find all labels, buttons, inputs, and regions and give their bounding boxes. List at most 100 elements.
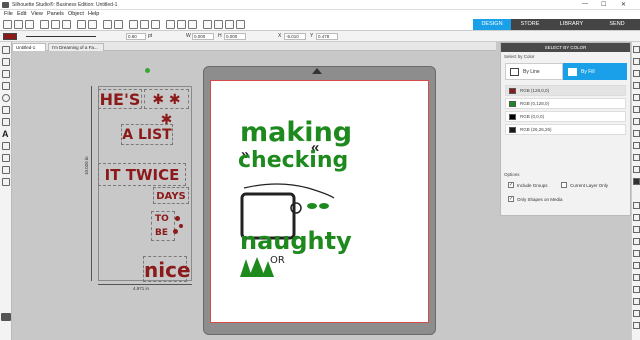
nest-icon[interactable] — [633, 250, 640, 257]
copy-icon[interactable] — [51, 20, 60, 29]
scrollbar-thumb[interactable] — [633, 178, 640, 185]
polygon-tool-icon[interactable] — [2, 106, 10, 114]
zoom-out-icon[interactable] — [140, 20, 149, 29]
text-tool-icon[interactable]: A — [2, 129, 9, 139]
undo-icon[interactable] — [77, 20, 86, 29]
offset-panel-icon[interactable] — [633, 214, 640, 221]
modify-icon[interactable] — [633, 202, 640, 209]
print-cut-icon[interactable] — [633, 286, 640, 293]
line-tool-icon[interactable] — [2, 70, 10, 78]
line-style-icon[interactable] — [633, 94, 640, 101]
doc-tab-dreaming[interactable]: I'm Dreaming of a Fa... — [48, 43, 104, 51]
only-shapes-checkbox[interactable]: ✓ — [508, 196, 514, 202]
art-making[interactable]: making — [240, 115, 352, 151]
ellipse-tool-icon[interactable] — [2, 94, 10, 102]
menu-help[interactable]: Help — [88, 11, 99, 17]
zoom-in-icon[interactable] — [129, 20, 138, 29]
freehand-tool-icon[interactable] — [2, 142, 10, 150]
library-icon[interactable] — [633, 70, 640, 77]
stroke-width-field[interactable]: 0.80 — [126, 33, 146, 40]
library-toggle-icon[interactable] — [1, 313, 11, 321]
group-icon[interactable] — [177, 20, 186, 29]
y-position-field[interactable]: 0.478 — [316, 33, 338, 40]
knife-tool-icon[interactable] — [2, 166, 10, 174]
art-nice[interactable]: nice — [143, 256, 191, 282]
send-icon[interactable] — [633, 58, 640, 65]
swatch-black-label: RGB (0,0,0) — [520, 114, 545, 119]
fill-pattern-icon[interactable] — [633, 130, 640, 137]
menu-object[interactable]: Object — [68, 11, 84, 17]
select-icon[interactable] — [103, 20, 112, 29]
layers-icon[interactable] — [633, 238, 640, 245]
art-it-twice[interactable]: IT TWICE — [98, 163, 186, 186]
art-hes[interactable]: HE'S — [98, 89, 142, 109]
tab-store[interactable]: STORE — [511, 19, 549, 30]
paste-icon[interactable] — [62, 20, 71, 29]
text-style-icon[interactable] — [633, 142, 640, 149]
menu-panels[interactable]: Panels — [47, 11, 64, 17]
swatch-row-green[interactable]: RGB (0,128,0) — [505, 98, 626, 109]
replicate-panel-icon[interactable] — [633, 166, 640, 173]
select-by-color-icon[interactable] — [633, 310, 640, 317]
art-trees[interactable] — [240, 257, 274, 279]
eyedropper-tool-icon[interactable] — [2, 178, 10, 186]
tab-library[interactable]: LIBRARY — [549, 19, 594, 30]
cut-icon[interactable] — [40, 20, 49, 29]
fill-color-swatch[interactable] — [3, 33, 17, 40]
offset-icon[interactable] — [236, 20, 245, 29]
more-panels-icon[interactable] — [633, 322, 640, 329]
height-field[interactable]: 0.000 — [224, 33, 246, 40]
width-field[interactable]: 0.000 — [192, 33, 214, 40]
art-stars[interactable]: ✱ ✱ ✱ — [144, 89, 189, 128]
open-icon[interactable] — [14, 20, 23, 29]
eraser-tool-icon[interactable] — [2, 154, 10, 162]
redo-icon[interactable] — [88, 20, 97, 29]
pan-icon[interactable] — [114, 20, 123, 29]
curve-tool-icon[interactable] — [2, 118, 10, 126]
minimize-button[interactable]: — — [582, 1, 588, 7]
doc-tab-untitled[interactable]: Untitled-1 — [12, 43, 46, 51]
grid-settings-icon[interactable] — [633, 82, 640, 89]
swatch-row-red[interactable]: RGB (128,0,0) — [505, 85, 626, 96]
current-layer-checkbox[interactable] — [561, 182, 567, 188]
weld-icon[interactable] — [225, 20, 234, 29]
fill-gradient-icon[interactable] — [633, 118, 640, 125]
art-days[interactable]: DAYS — [153, 187, 189, 204]
pointer-icon[interactable] — [2, 46, 10, 54]
x-position-field[interactable]: -5.010 — [284, 33, 306, 40]
menu-edit[interactable]: Edit — [17, 11, 26, 17]
menu-file[interactable]: File — [4, 11, 13, 17]
fill-color-icon[interactable] — [633, 106, 640, 113]
swatch-row-dark[interactable]: RGB (26,26,26) — [505, 124, 626, 135]
art-checking[interactable]: checking — [238, 147, 348, 175]
image-effects-icon[interactable] — [633, 298, 640, 305]
include-groups-checkbox[interactable]: ✓ — [508, 182, 514, 188]
close-button[interactable]: ✕ — [621, 1, 626, 8]
page-setup-icon[interactable] — [633, 46, 640, 53]
rectangle-tool-icon[interactable] — [2, 82, 10, 90]
tab-design[interactable]: DESIGN — [473, 19, 511, 30]
trace-icon[interactable] — [633, 226, 640, 233]
art-a-list[interactable]: A LIST — [121, 124, 173, 145]
sketch-icon[interactable] — [633, 274, 640, 281]
by-line-button[interactable]: By Line — [505, 63, 563, 80]
replicate-icon[interactable] — [214, 20, 223, 29]
line-style-preview[interactable] — [26, 36, 96, 37]
transform-icon[interactable] — [633, 154, 640, 161]
zoom-fit-icon[interactable] — [151, 20, 160, 29]
rotate-handle[interactable] — [145, 68, 150, 73]
align-icon[interactable] — [203, 20, 212, 29]
new-icon[interactable] — [3, 20, 12, 29]
edit-points-icon[interactable] — [2, 58, 10, 66]
holly-leaf-2 — [319, 203, 329, 209]
rhinestone-icon[interactable] — [633, 262, 640, 269]
art-naughty[interactable]: naughty — [240, 226, 352, 256]
ungroup-icon[interactable] — [188, 20, 197, 29]
swatch-row-black[interactable]: RGB (0,0,0) — [505, 111, 626, 122]
by-fill-button[interactable]: By Fill — [563, 63, 627, 80]
save-icon[interactable] — [25, 20, 34, 29]
maximize-button[interactable]: ☐ — [601, 1, 606, 8]
grid-icon[interactable] — [166, 20, 175, 29]
menu-view[interactable]: View — [31, 11, 43, 17]
tab-send[interactable]: SEND — [594, 19, 640, 30]
